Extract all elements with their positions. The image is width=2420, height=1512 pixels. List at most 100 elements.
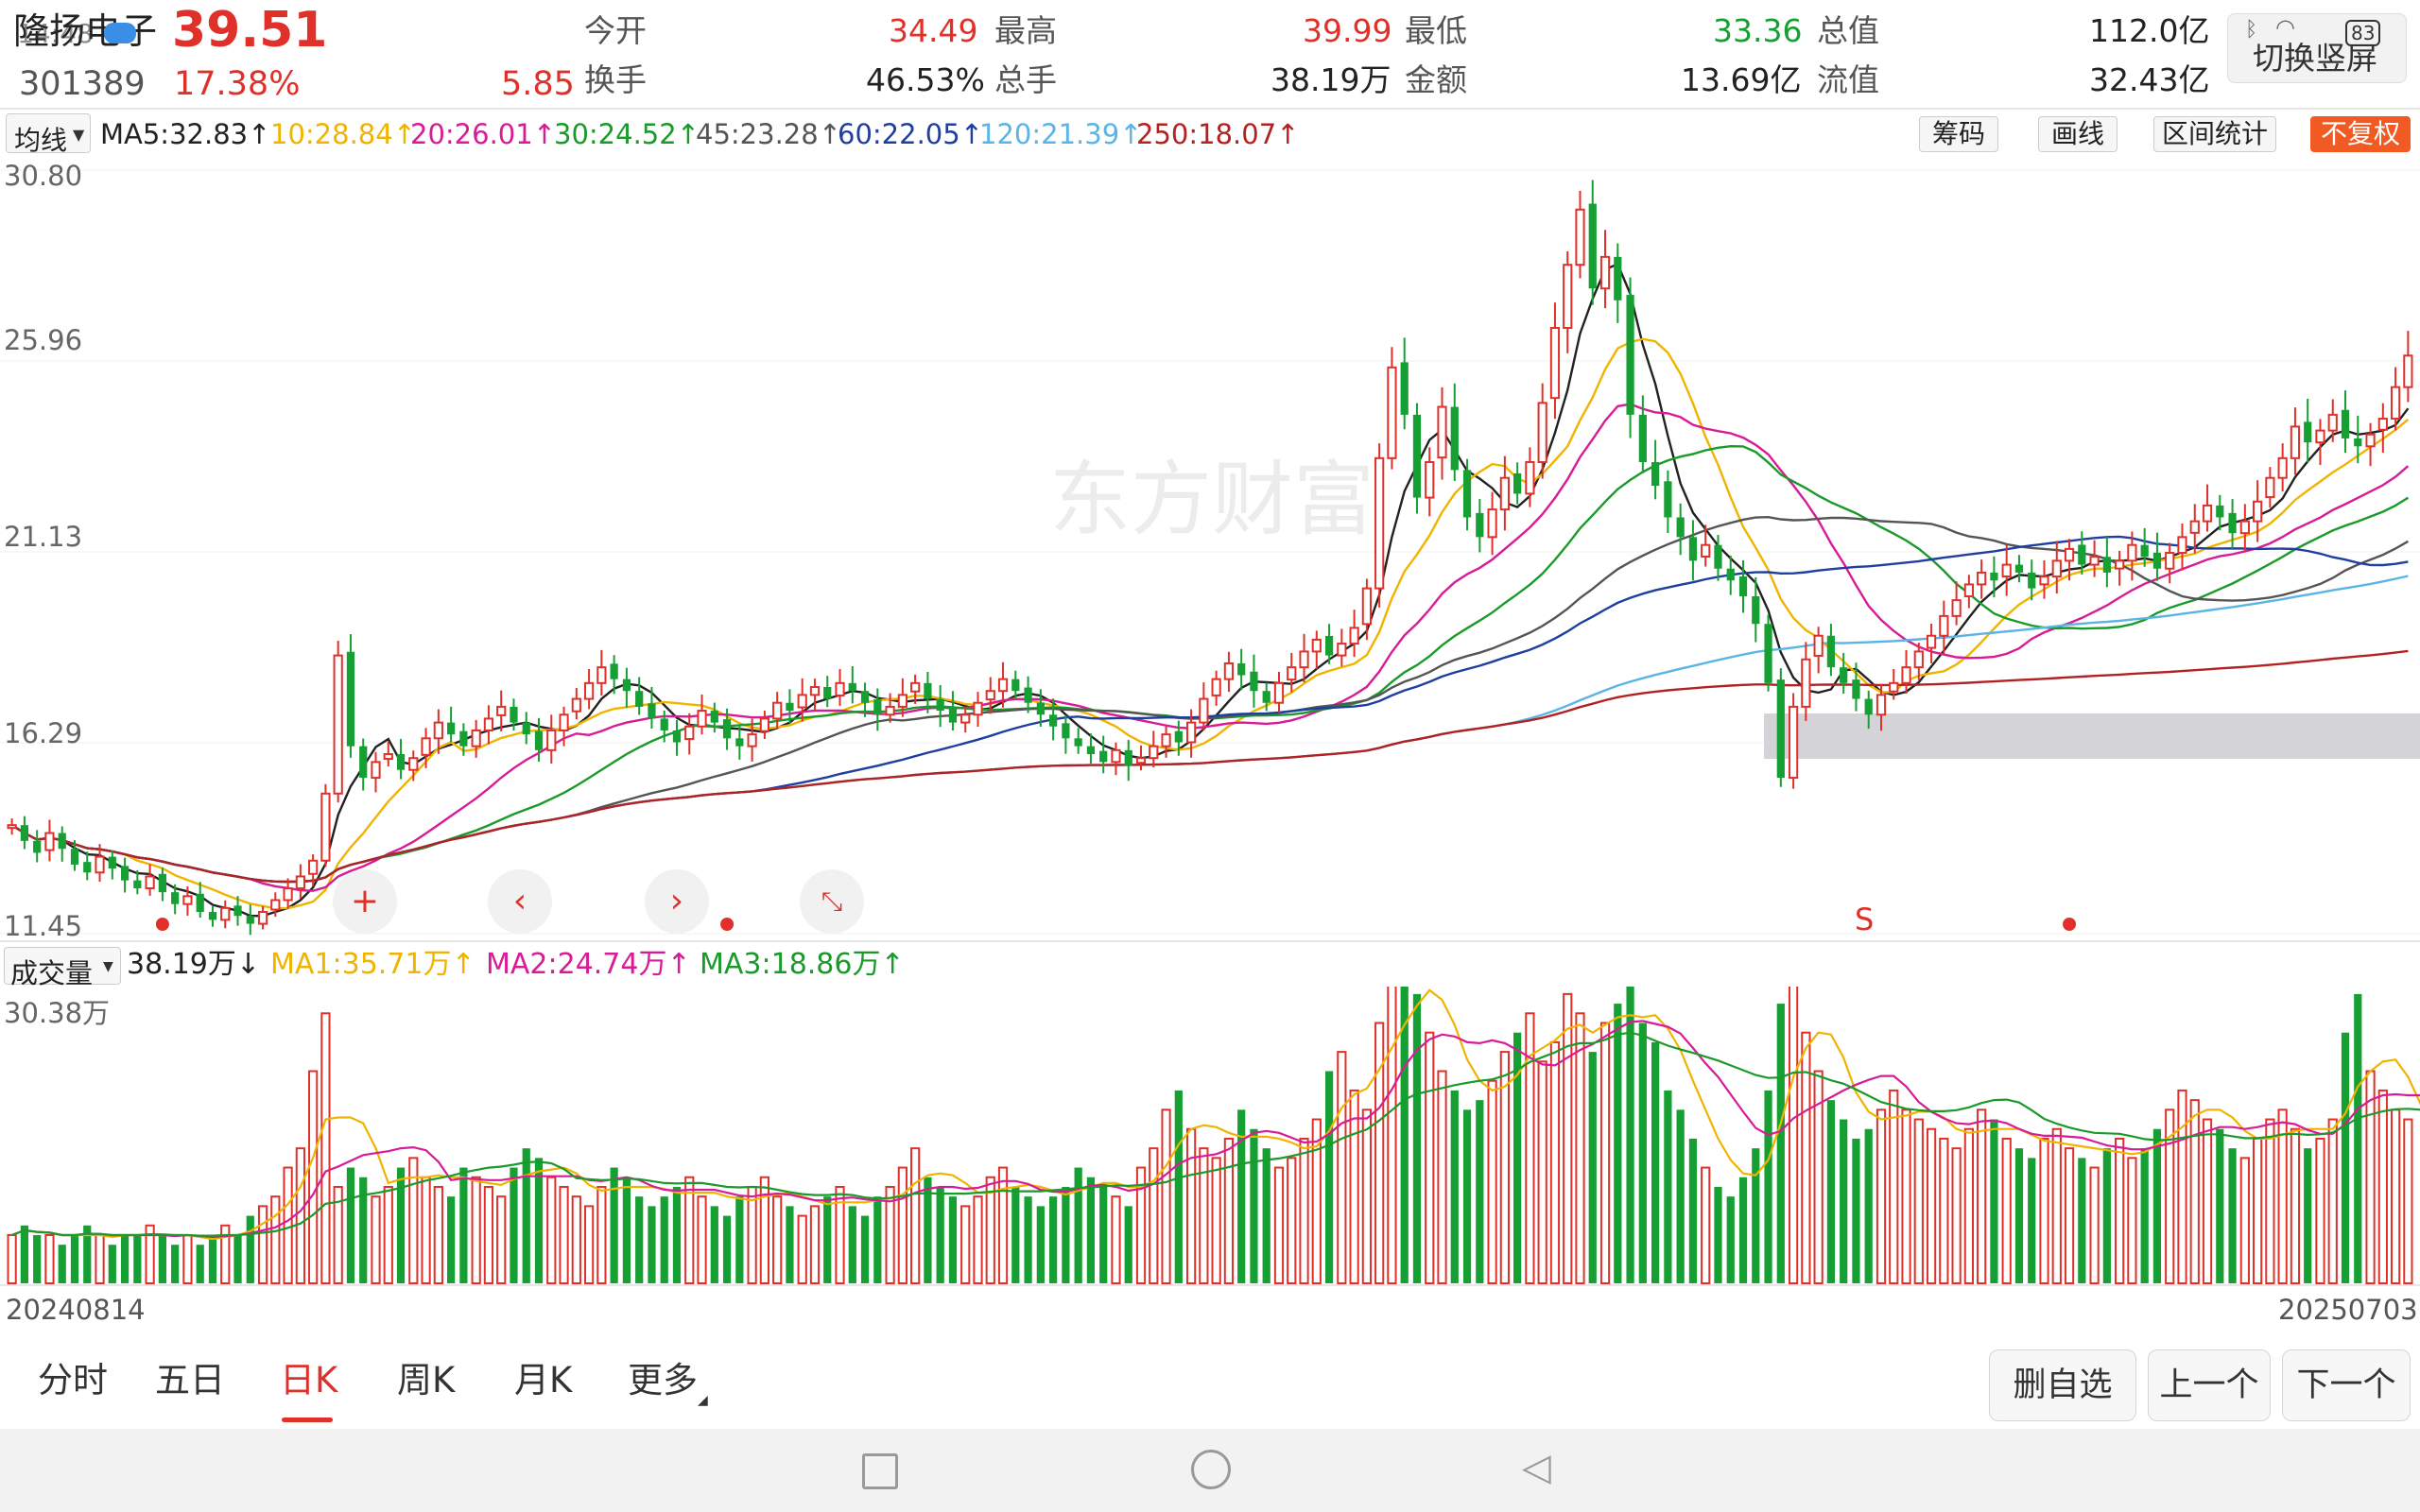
candle-body [1387, 366, 1397, 459]
scroll-right-button[interactable]: › [645, 869, 709, 934]
candle-body [1412, 414, 1422, 498]
candle-body [1864, 698, 1873, 715]
chevron-right-icon: › [669, 882, 684, 920]
volume-bar [1788, 987, 1799, 1284]
tab-daily-k[interactable]: 日K [280, 1363, 337, 1398]
candle-body [710, 711, 718, 723]
volume-bar [1273, 1166, 1285, 1285]
candle-body [1776, 679, 1785, 779]
candle-body [2354, 438, 2362, 447]
previous-button[interactable]: 上一个 [2148, 1349, 2271, 1421]
volume-bar [1374, 1022, 1385, 1284]
recent-apps-icon[interactable] [862, 1453, 898, 1489]
candle-body [1287, 666, 1297, 681]
volume-bar [2064, 1147, 2075, 1284]
candle-body [772, 701, 783, 720]
ma-selector[interactable]: 均线 ▼ [6, 113, 91, 156]
volume-bar [1011, 1186, 1020, 1283]
range-stats-button[interactable]: 区间统计 [2153, 116, 2276, 152]
volume-bar [1425, 1031, 1435, 1284]
candle-body [1149, 745, 1159, 760]
volume-bar [1626, 987, 1634, 1283]
dropdown-arrow-icon: ▼ [103, 959, 113, 974]
candle-body [483, 717, 494, 731]
tab-five-day[interactable]: 五日 [155, 1363, 225, 1398]
zoom-button[interactable]: ⤡ [800, 869, 864, 934]
tab-weekly-k[interactable]: 周K [397, 1363, 455, 1398]
volume-bar [433, 1185, 443, 1284]
candle-body [1939, 614, 1949, 637]
candle-body [120, 866, 130, 881]
tab-monthly-k[interactable]: 月K [514, 1363, 572, 1398]
tab-intraday[interactable]: 分时 [38, 1363, 108, 1398]
no-adjust-button[interactable]: 不复权 [2310, 116, 2411, 152]
volume-bar [1738, 1177, 1748, 1283]
stat-value-high: 39.99 [1303, 12, 1392, 49]
volume-bar [1086, 1177, 1096, 1283]
volume-bar [2403, 1118, 2413, 1284]
volume-bar [2089, 1166, 2100, 1285]
plus-icon: + [350, 882, 380, 920]
remove-watchlist-button[interactable]: 删自选 [1989, 1349, 2136, 1421]
candle-body [208, 912, 217, 920]
candle-body [2189, 520, 2200, 534]
vol-ma2-value: MA2:24.74万↑ [486, 948, 691, 981]
stat-value-low: 33.36 [1713, 12, 1803, 49]
candle-body [1099, 750, 1108, 763]
volume-bar [1537, 1060, 1547, 1284]
volume-bar [1889, 1089, 1899, 1284]
candle-body [108, 856, 116, 869]
tab-more[interactable]: 更多 [628, 1363, 698, 1398]
candle-body [158, 873, 166, 893]
wifi-icon: ◠ [2275, 14, 2295, 41]
volume-chart[interactable] [0, 987, 2420, 1287]
volume-bar [622, 1177, 631, 1283]
volume-bar [7, 1233, 17, 1284]
volume-selector[interactable]: 成交量 ▼ [4, 947, 121, 989]
volume-bar [196, 1245, 204, 1283]
volume-bar [359, 1177, 368, 1283]
candle-body [1714, 544, 1722, 569]
battery-icon: 83 [2345, 20, 2381, 46]
candle-body [1852, 679, 1860, 699]
volume-bar [233, 1234, 242, 1283]
volume-bar [20, 1225, 29, 1283]
candle-body [2089, 556, 2100, 566]
back-icon[interactable]: ◁ [1522, 1446, 1551, 1489]
volume-bar [786, 1206, 794, 1283]
volume-bar [809, 1205, 821, 1284]
candlestick-chart[interactable]: 东方财富 [0, 159, 2420, 943]
candle-body [897, 694, 908, 708]
ma5-value: MA5:32.83↑ [100, 118, 271, 150]
next-button[interactable]: 下一个 [2282, 1349, 2411, 1421]
candle-body [1626, 295, 1634, 415]
volume-bar [2102, 1148, 2111, 1283]
volume-bar [1174, 1090, 1183, 1283]
signal-dot [720, 918, 735, 931]
crosshair-button[interactable]: + [333, 869, 397, 934]
home-icon[interactable] [1191, 1450, 1231, 1489]
scroll-left-button[interactable]: ‹ [488, 869, 552, 934]
candle-body [596, 666, 607, 684]
candle-body [759, 717, 769, 732]
stat-value-turnover: 46.53% [866, 61, 985, 98]
volume-bar [522, 1148, 530, 1283]
volume-bar [635, 1196, 644, 1283]
volume-bar [1024, 1196, 1032, 1283]
volume-bar [672, 1186, 682, 1283]
stat-value-amount: 13.69亿 [1681, 61, 1802, 98]
candle-body [1237, 662, 1246, 676]
volume-selector-label: 成交量 [10, 957, 94, 989]
stat-label-high: 最高 [994, 12, 1057, 49]
volume-bar [182, 1233, 193, 1284]
switch-screen-button[interactable]: 切换竖屏 ᛒ ◠ 83 [2227, 13, 2407, 83]
candle-body [1537, 402, 1547, 464]
volume-bar [1676, 1109, 1685, 1283]
chip-button[interactable]: 筹码 [1919, 116, 1998, 152]
candle-body [2377, 418, 2388, 431]
volume-axis-label: 30.38万 [4, 997, 111, 1029]
volume-bar [735, 1196, 744, 1283]
draw-line-button[interactable]: 画线 [2038, 116, 2118, 152]
more-triangle-icon: ◢ [698, 1393, 708, 1408]
candle-body [196, 893, 204, 913]
